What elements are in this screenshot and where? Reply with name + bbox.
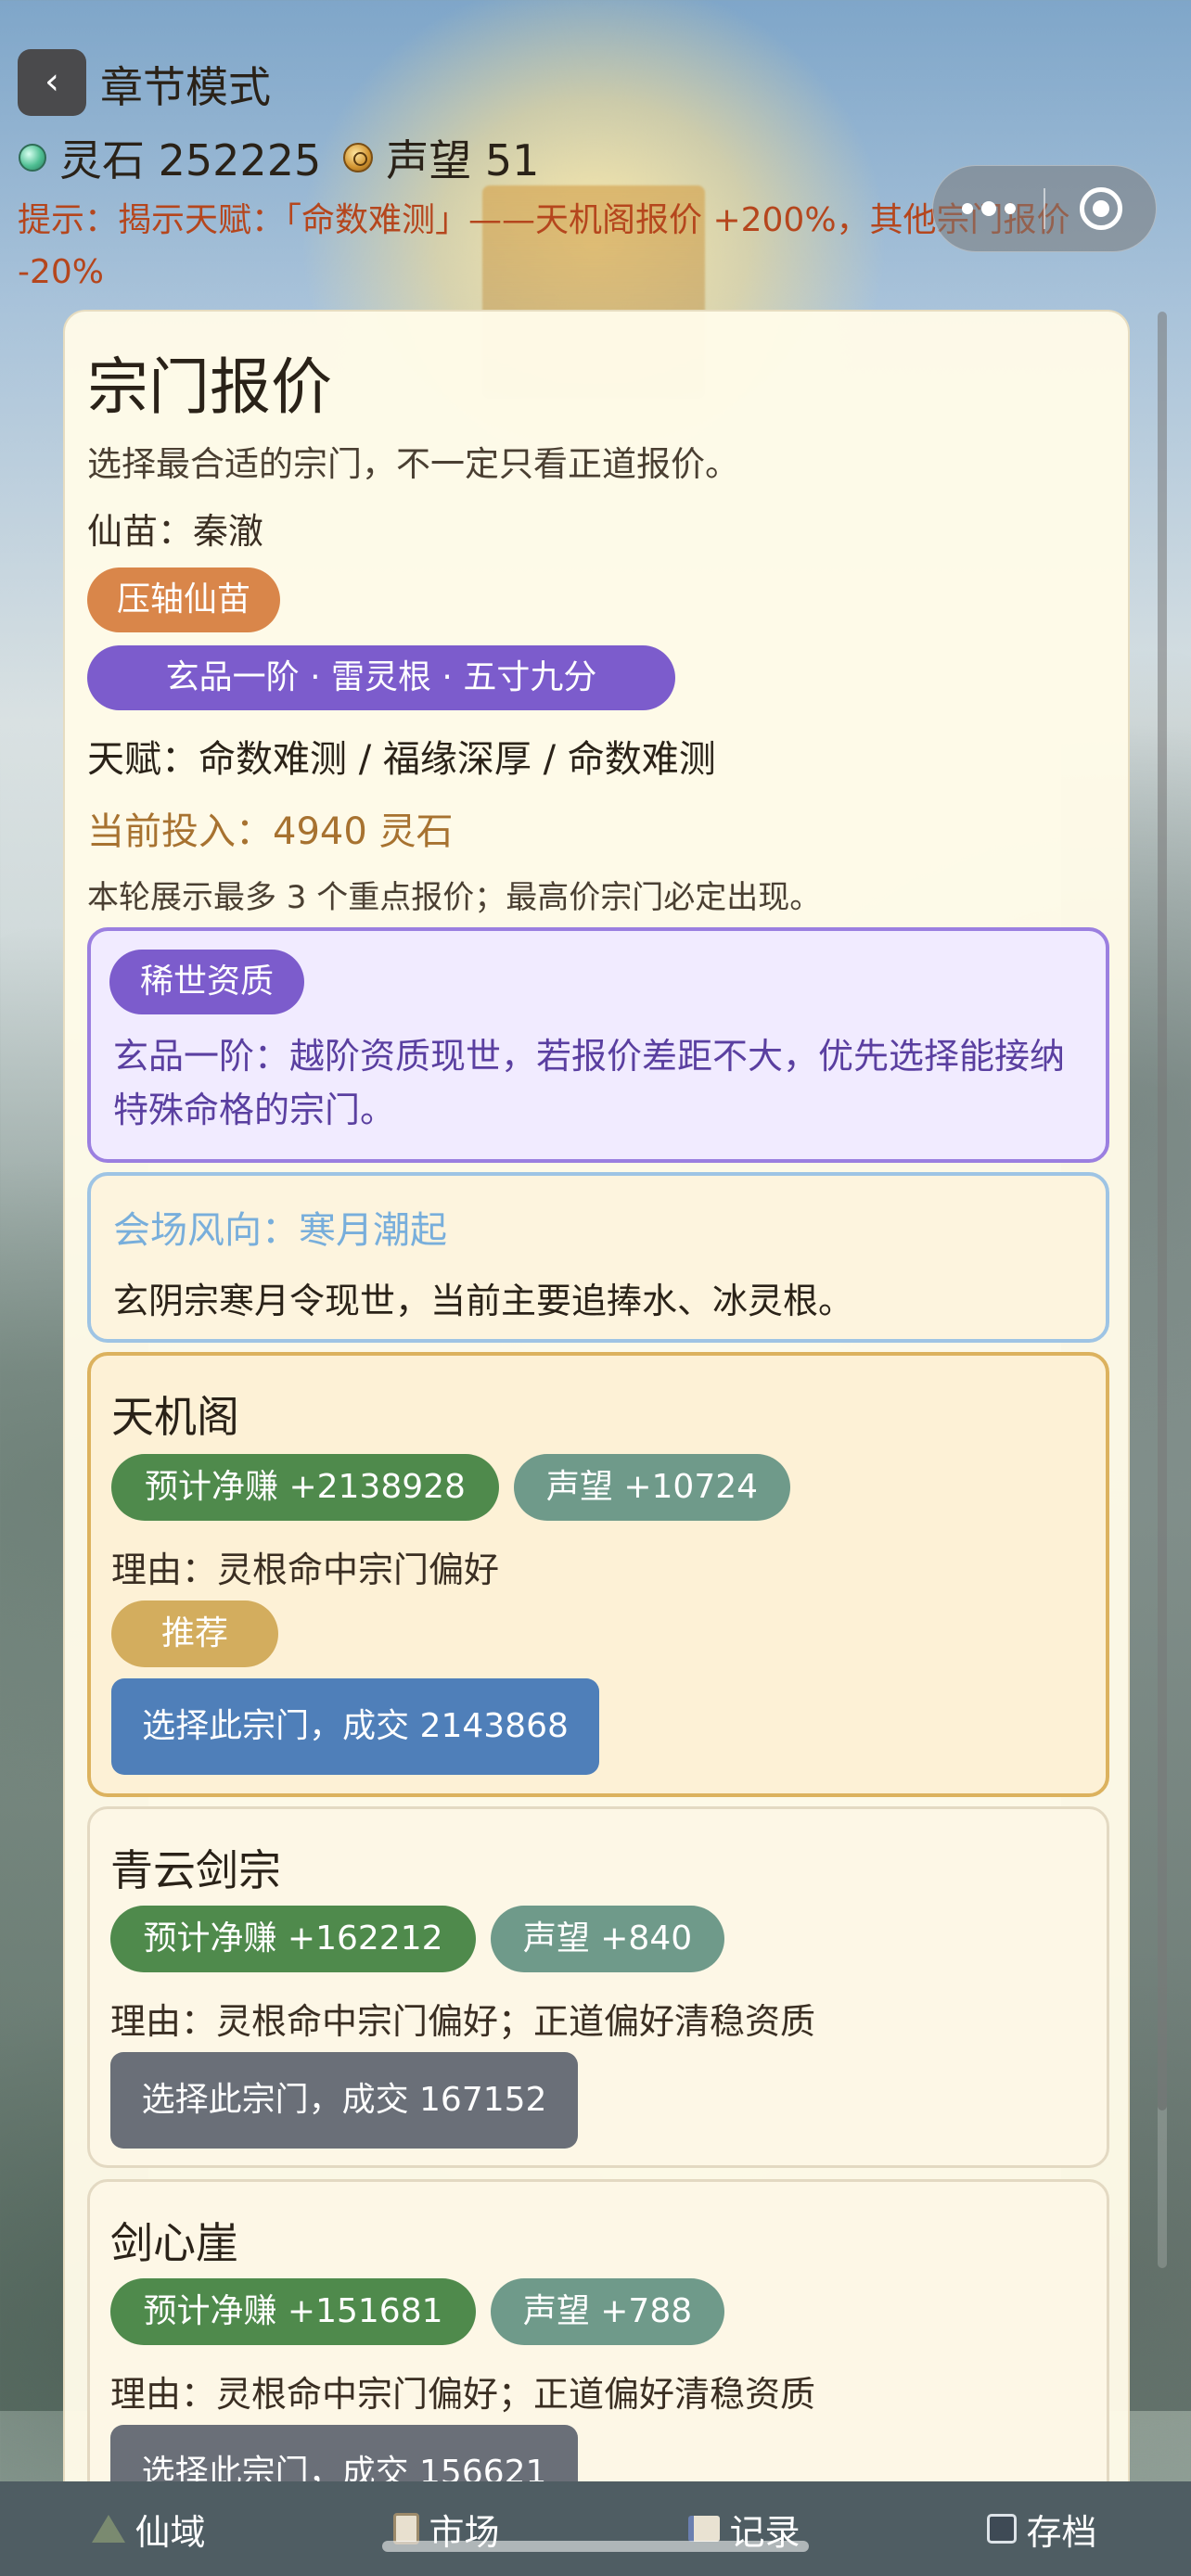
finale-seedling-badge: 压轴仙苗: [87, 567, 280, 632]
dot-icon: [1004, 203, 1016, 214]
close-miniprogram-button[interactable]: [1045, 166, 1156, 251]
chevron-left-icon: ‹: [45, 60, 59, 103]
rare-aptitude-text: 玄品一阶：越阶资质现世，若报价差距不大，优先选择能接纳特殊命格的宗门。: [113, 1036, 1066, 1130]
disk-icon: [987, 2514, 1018, 2544]
page-title: 章节模式: [100, 62, 271, 112]
nav-item-records[interactable]: 记录: [596, 2481, 893, 2576]
dot-icon: [961, 203, 973, 214]
scrollbar-thumb[interactable]: [1158, 312, 1167, 2111]
rare-aptitude-badge: 稀世资质: [109, 950, 304, 1014]
sect-name: 青云剑宗: [110, 1845, 281, 1895]
nav-item-realm[interactable]: 仙域: [0, 2481, 298, 2576]
rare-aptitude-card: 稀世资质 玄品一阶：越阶资质现世，若报价差距不大，优先选择能接纳特殊命格的宗门。: [87, 927, 1109, 1163]
offer-reason: 理由：灵根命中宗门偏好；正道偏好清稳资质: [110, 2001, 816, 2042]
seedling-name: 仙苗：秦澈: [87, 511, 264, 552]
current-investment: 当前投入：4940 灵石: [87, 810, 454, 853]
more-menu-button[interactable]: [933, 166, 1044, 251]
net-profit-chip: 预计净赚 +2138928: [111, 1454, 499, 1521]
talent-list: 天赋：命数难测 / 福缘深厚 / 命数难测: [87, 738, 716, 781]
clipboard-icon: [393, 2513, 420, 2544]
net-profit-chip: 预计净赚 +151681: [110, 2278, 476, 2345]
grade-badge: 玄品一阶 · 雷灵根 · 五寸九分: [87, 645, 675, 710]
recommend-badge: 推荐: [111, 1600, 278, 1667]
reputation-chip: 声望 +788: [491, 2278, 724, 2345]
market-trend-card: 会场风向：寒月潮起 玄阴宗寒月令现世，当前主要追捧水、冰灵根。: [87, 1172, 1109, 1343]
sect-offer-card: 青云剑宗 预计净赚 +162212 声望 +840 理由：灵根命中宗门偏好；正道…: [87, 1806, 1109, 2168]
bottom-nav: 仙域 市场 记录 存档: [0, 2481, 1191, 2576]
panel-title: 宗门报价: [87, 351, 332, 423]
reputation-count: 声望 51: [386, 135, 540, 185]
sect-offer-card: 天机阁 预计净赚 +2138928 声望 +10724 理由：灵根命中宗门偏好 …: [87, 1352, 1109, 1797]
round-note: 本轮展示最多 3 个重点报价；最高价宗门必定出现。: [87, 879, 822, 916]
mountain-icon: [92, 2515, 126, 2543]
reputation-chip: 声望 +840: [491, 1906, 724, 1972]
nav-label: 存档: [1026, 2511, 1097, 2553]
sect-name: 天机阁: [111, 1392, 239, 1442]
nav-label: 仙域: [134, 2511, 206, 2553]
reputation-chip: 声望 +10724: [514, 1454, 790, 1521]
resource-bar: 灵石 252225 声望 51: [19, 130, 539, 185]
miniprogram-capsule: [932, 165, 1157, 252]
offer-reason: 理由：灵根命中宗门偏好: [111, 1549, 500, 1590]
net-profit-chip: 预计净赚 +162212: [110, 1906, 476, 1972]
select-sect-button[interactable]: 选择此宗门，成交 2143868: [111, 1678, 599, 1775]
select-sect-button[interactable]: 选择此宗门，成交 167152: [110, 2052, 578, 2149]
nav-item-save[interactable]: 存档: [893, 2481, 1191, 2576]
reputation-medal-icon: [343, 143, 374, 172]
spirit-stone-icon: [19, 144, 46, 172]
back-button[interactable]: ‹: [18, 49, 86, 116]
home-indicator: [382, 2541, 809, 2552]
target-circle-icon: [1079, 187, 1122, 230]
offer-reason: 理由：灵根命中宗门偏好；正道偏好清稳资质: [110, 2374, 816, 2415]
market-trend-text: 玄阴宗寒月令现世，当前主要追捧水、冰灵根。: [113, 1281, 854, 1321]
sect-name: 剑心崖: [110, 2218, 238, 2268]
sect-offer-panel[interactable]: 宗门报价 选择最合适的宗门，不一定只看正道报价。 仙苗：秦澈 压轴仙苗 玄品一阶…: [63, 310, 1130, 2576]
market-trend-title: 会场风向：寒月潮起: [113, 1209, 447, 1252]
dot-icon: [980, 201, 996, 216]
book-icon: [688, 2516, 721, 2542]
panel-description: 选择最合适的宗门，不一定只看正道报价。: [87, 444, 739, 484]
spirit-stone-count: 灵石 252225: [59, 135, 322, 185]
nav-item-market[interactable]: 市场: [298, 2481, 596, 2576]
